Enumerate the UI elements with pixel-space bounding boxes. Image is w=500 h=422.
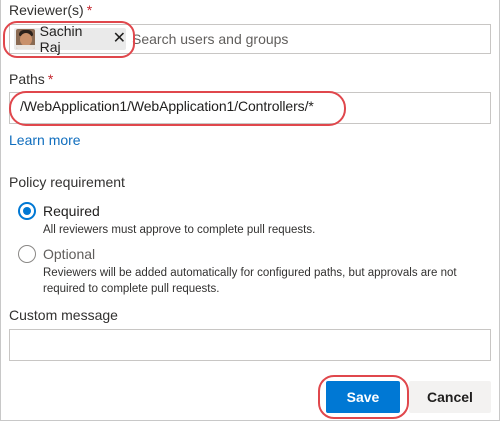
reviewers-label: Reviewer(s) * bbox=[9, 2, 92, 18]
radio-optional[interactable] bbox=[18, 245, 36, 263]
required-mark: * bbox=[86, 2, 93, 18]
radio-required-label: Required bbox=[43, 203, 100, 219]
cancel-button[interactable]: Cancel bbox=[409, 381, 491, 413]
required-mark: * bbox=[47, 71, 54, 87]
learn-more-link[interactable]: Learn more bbox=[9, 132, 81, 148]
custom-message-input[interactable] bbox=[9, 329, 491, 361]
reviewer-chip-name: Sachin Raj bbox=[39, 23, 83, 55]
reviewers-label-text: Reviewer(s) bbox=[9, 2, 84, 18]
paths-label-text: Paths bbox=[9, 71, 45, 87]
radio-optional-description-2: required to complete pull requests. bbox=[43, 283, 220, 295]
avatar bbox=[16, 29, 35, 49]
custom-message-label: Custom message bbox=[9, 307, 118, 323]
paths-value: /WebApplication1/WebApplication1/Control… bbox=[20, 98, 314, 114]
reviewer-chip[interactable]: Sachin Raj ✕ bbox=[14, 23, 126, 55]
policy-requirement-label: Policy requirement bbox=[9, 174, 125, 190]
radio-optional-label: Optional bbox=[43, 246, 96, 262]
radio-required-description: All reviewers must approve to complete p… bbox=[43, 224, 316, 236]
close-icon[interactable]: ✕ bbox=[113, 31, 126, 47]
paths-label: Paths * bbox=[9, 71, 53, 87]
save-button[interactable]: Save bbox=[326, 381, 400, 413]
reviewers-search-placeholder: Search users and groups bbox=[132, 31, 289, 47]
radio-required[interactable] bbox=[18, 202, 36, 220]
radio-optional-description-1: Reviewers will be added automatically fo… bbox=[43, 267, 457, 279]
